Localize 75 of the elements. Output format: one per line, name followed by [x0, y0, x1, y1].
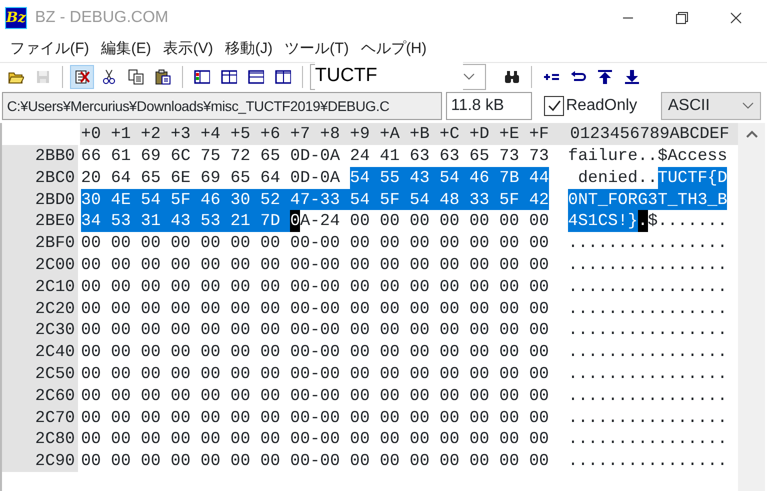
ascii-text: 0NT_FORG3T_TH3_B — [568, 188, 728, 210]
hex-bytes: 0 — [290, 210, 300, 232]
row-address: 2BC0 — [35, 166, 75, 189]
readonly-checkbox[interactable] — [544, 96, 564, 116]
checkbox-label: ReadOnly — [566, 96, 638, 116]
hex-bytes: 00 00 00 00 00 00 00 00-00 00 00 00 00 00 00 00 — [81, 254, 550, 276]
hex-bytes: 66 61 69 6C 75 72 65 0D-0A 24 41 63 63 65 73 73 — [81, 145, 550, 167]
ascii-header: 0123456789ABCDEF — [570, 123, 730, 145]
ascii-text: ................ — [568, 232, 728, 254]
menu-item[interactable]: ヘルプ(H) — [354, 38, 433, 60]
window-title: BZ - DEBUG.COM — [35, 8, 168, 28]
row-address: 2C80 — [35, 428, 75, 450]
hex-bytes: 30 4E 54 5F 46 30 52 47-33 54 5F 54 48 33 5F 42 — [81, 188, 550, 210]
row-address: 2C40 — [35, 341, 75, 363]
row-address: 2BD0 — [35, 188, 75, 210]
ascii-text: ................ — [568, 428, 728, 450]
ascii-text: 4S1CS!} — [568, 210, 638, 232]
row-address: 2C50 — [35, 362, 75, 385]
path-field[interactable]: C:¥Users¥Mercurius¥Downloads¥misc_TUCTF2019¥DEBUG.C — [2, 92, 442, 120]
hex-bytes: 34 53 31 43 53 21 7D — [81, 210, 290, 232]
hex-bytes: 00 00 00 00 00 00 00 00-00 00 00 00 00 00 00 00 — [81, 319, 550, 342]
ascii-text: failure..$Access — [568, 145, 728, 167]
app-logo: Bz — [5, 7, 27, 29]
chevron-down-icon — [742, 102, 754, 110]
hex-bytes: 00 00 00 00 00 00 00 00-00 00 00 00 00 00 00 00 — [81, 232, 550, 254]
ascii-text: ................ — [568, 298, 728, 320]
menu-item[interactable]: 移動(J) — [219, 38, 279, 60]
row-address: 2C30 — [35, 319, 75, 342]
row-address: 2C10 — [35, 276, 75, 298]
ascii-text: . — [638, 210, 648, 232]
hex-bytes: 00 00 00 00 00 00 00 00-00 00 00 00 00 00 00 00 — [81, 450, 550, 472]
row-address: 2BE0 — [35, 210, 75, 232]
ascii-text: ................ — [568, 341, 728, 363]
row-address: 2BF0 — [35, 232, 75, 254]
hex-bytes: 00 00 00 00 00 00 00 00-00 00 00 00 00 00 00 00 — [81, 341, 550, 363]
ascii-text: ................ — [568, 254, 728, 276]
row-address: 2C20 — [35, 298, 75, 320]
scrollbar[interactable] — [738, 123, 765, 491]
menu-item[interactable]: 表示(V) — [157, 38, 220, 60]
ascii-text: ................ — [568, 406, 728, 428]
chevron-down-icon — [463, 72, 475, 80]
ascii-text: ................ — [568, 362, 728, 385]
ascii-text: ................ — [568, 319, 728, 342]
toolbar-button[interactable] — [70, 64, 94, 88]
row-address: 2C60 — [35, 384, 75, 407]
hex-bytes: 00 00 00 00 00 00 00 00-00 00 00 00 00 00 00 00 — [81, 362, 550, 385]
restore-icon — [676, 12, 688, 24]
encoding-dropdown[interactable]: ASCII — [661, 92, 761, 120]
hex-bytes: 00 00 00 00 00 00 00 00-00 00 00 00 00 00 00 00 — [81, 406, 550, 428]
menu-item[interactable]: ファイル(F) — [4, 38, 96, 60]
close-icon — [730, 12, 742, 24]
hex-bytes: 00 00 00 00 00 00 00 00-00 00 00 00 00 00 00 00 — [81, 428, 550, 450]
menu-item[interactable]: 編集(E) — [95, 38, 158, 60]
ascii-text: TUCTF{D — [658, 166, 728, 189]
hex-bytes: 20 64 65 6E 69 65 64 0D-0A — [81, 166, 341, 189]
ascii-text: $....... — [648, 210, 728, 232]
row-address: 2BB0 — [35, 145, 75, 167]
size-field: 11.8 kB — [446, 92, 532, 120]
hex-bytes: 54 55 43 54 46 7B 44 — [350, 166, 550, 189]
hex-bytes: 00 00 00 00 00 00 00 00-00 00 00 00 00 00 00 00 — [81, 298, 550, 320]
row-address: 2C90 — [35, 450, 75, 472]
search-combobox[interactable]: TUCTF — [310, 64, 486, 90]
ascii-text: denied.. — [576, 166, 658, 189]
ascii-text: ................ — [568, 450, 728, 472]
ascii-text: ................ — [568, 276, 728, 298]
checkmark-icon — [547, 99, 561, 113]
ascii-text: ................ — [568, 384, 728, 407]
hex-bytes: A-24 00 00 00 00 00 00 00 — [300, 210, 550, 232]
chevron-up-icon — [744, 129, 758, 139]
hex-bytes: 00 00 00 00 00 00 00 00-00 00 00 00 00 00 00 00 — [81, 276, 550, 298]
hex-bytes: 00 00 00 00 00 00 00 00-00 00 00 00 00 00 00 00 — [81, 384, 550, 407]
menu-item[interactable]: ツール(T) — [278, 38, 355, 60]
offset-header: +0 +1 +2 +3 +4 +5 +6 +7 +8 +9 +A +B +C +D +E +F — [80, 123, 550, 145]
row-address: 2C70 — [35, 406, 75, 428]
row-address: 2C00 — [35, 254, 75, 276]
